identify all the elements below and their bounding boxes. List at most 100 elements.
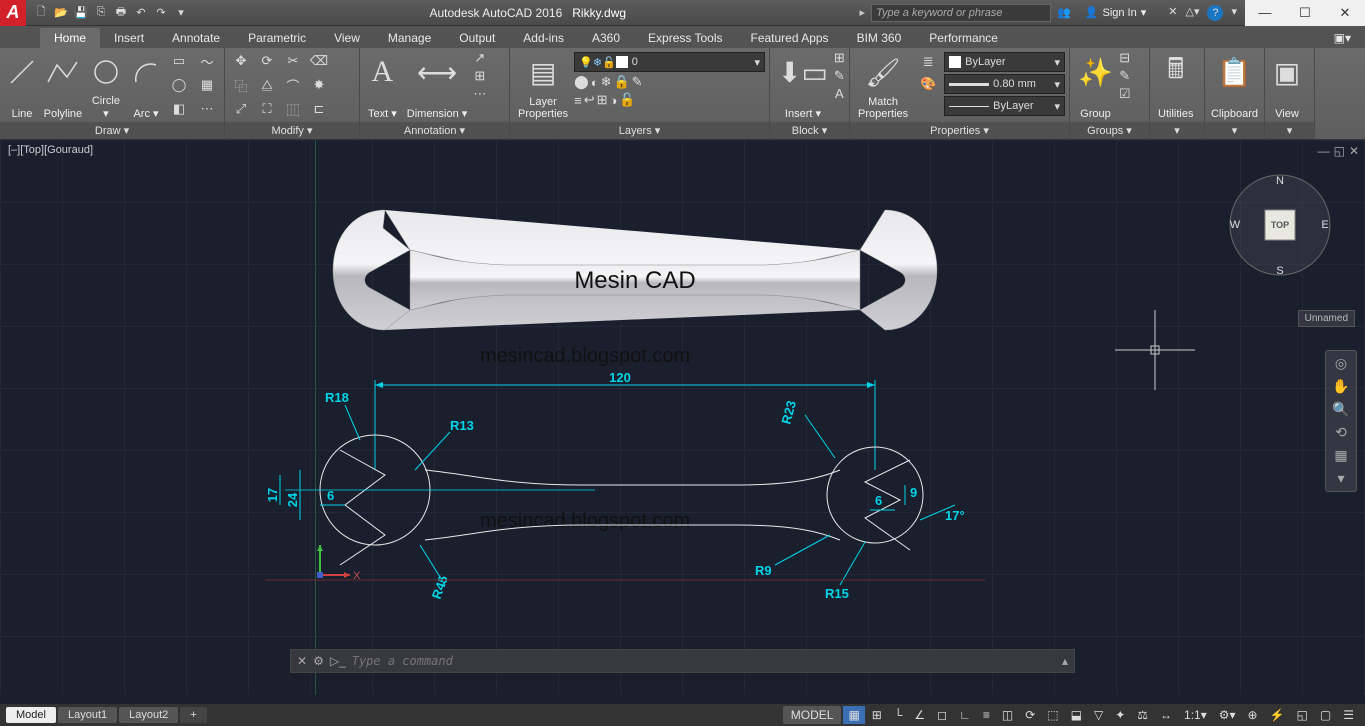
panel-title-properties[interactable]: Properties ▾	[850, 122, 1069, 139]
tab-model[interactable]: Model	[6, 707, 56, 723]
array-icon[interactable]: ⿲	[281, 98, 305, 120]
doc-restore-icon[interactable]: ◱	[1334, 144, 1345, 158]
rect-icon[interactable]: ▭	[166, 50, 192, 72]
plot-icon[interactable]: 🖶	[112, 4, 130, 22]
layer-unlock-icon[interactable]: 🔓	[619, 92, 635, 108]
text-button[interactable]: AText ▾	[364, 50, 401, 122]
stretch-icon[interactable]: ⤢	[229, 98, 253, 120]
layer-iso-icon[interactable]: ◐	[591, 74, 599, 90]
tab-annotate[interactable]: Annotate	[158, 28, 234, 48]
copy-icon[interactable]: ⿻	[229, 74, 253, 96]
new-icon[interactable]: 🗋	[32, 4, 50, 22]
otrack-toggle-icon[interactable]: ∟	[954, 706, 976, 724]
add-layout-button[interactable]: +	[180, 707, 206, 723]
panel-title-block[interactable]: Block ▾	[770, 122, 849, 139]
tab-manage[interactable]: Manage	[374, 28, 445, 48]
panel-title-clipboard[interactable]: ▾	[1205, 122, 1264, 139]
scale-icon[interactable]: ⛶	[255, 98, 279, 120]
insert-button[interactable]: ⬇▭Insert ▾	[774, 50, 832, 122]
edit-block-icon[interactable]: ✎	[834, 68, 845, 84]
tab-performance[interactable]: Performance	[915, 28, 1012, 48]
layer-properties-button[interactable]: ▤Layer Properties	[514, 50, 572, 122]
tab-featured[interactable]: Featured Apps	[737, 28, 843, 48]
a360-icon[interactable]: △▾	[1185, 5, 1199, 21]
palette-icon[interactable]: 🎨	[916, 74, 940, 94]
command-line[interactable]: ✕ ⚙ ▷_ ▴	[290, 649, 1075, 673]
app-logo-icon[interactable]: A	[0, 0, 26, 26]
tab-layout2[interactable]: Layout2	[119, 707, 178, 723]
workspace-switch-icon[interactable]: ⚙▾	[1214, 706, 1241, 724]
tab-insert[interactable]: Insert	[100, 28, 158, 48]
tab-view[interactable]: View	[320, 28, 374, 48]
arc-button[interactable]: Arc ▾	[128, 50, 164, 122]
match-props-button[interactable]: 🖌Match Properties	[854, 50, 912, 122]
ucs-name-label[interactable]: Unnamed	[1298, 310, 1355, 327]
3dosnap-toggle-icon[interactable]: ⬚	[1042, 706, 1063, 724]
anno-scale-button[interactable]: 1:1▾	[1179, 706, 1212, 724]
lineweight-toggle-icon[interactable]: ≡	[978, 706, 995, 724]
hatch-icon[interactable]: ▦	[194, 74, 220, 96]
mirror-icon[interactable]: ⧋	[255, 74, 279, 96]
pan-icon[interactable]: ✋	[1332, 378, 1349, 395]
panel-title-draw[interactable]: Draw ▾	[0, 122, 224, 139]
layer-freeze-icon[interactable]: ❄	[601, 74, 612, 90]
color-combo[interactable]: ByLayer▾	[944, 52, 1065, 72]
open-icon[interactable]: 📂	[52, 4, 70, 22]
maximize-button[interactable]: ☐	[1285, 0, 1325, 26]
doc-close-icon[interactable]: ✕	[1349, 144, 1359, 158]
more-draw-icon[interactable]: ⋯	[194, 98, 220, 120]
anno-monitor-icon[interactable]: ⊕	[1243, 706, 1263, 724]
tab-addins[interactable]: Add-ins	[509, 28, 578, 48]
panel-title-utilities[interactable]: ▾	[1150, 122, 1204, 139]
rotate-icon[interactable]: ⟳	[255, 50, 279, 72]
region-icon[interactable]: ◧	[166, 98, 192, 120]
save-icon[interactable]: 💾	[72, 4, 90, 22]
signin-button[interactable]: 👤 Sign In ▾	[1077, 6, 1154, 19]
group-button[interactable]: ✨Group	[1074, 50, 1117, 122]
layer-match-icon[interactable]: ≡	[574, 92, 582, 108]
panel-title-layers[interactable]: Layers ▾	[510, 122, 769, 139]
layer-off-icon[interactable]: ⬤	[574, 74, 589, 90]
saveas-icon[interactable]: ⎘	[92, 4, 110, 22]
dimension-button[interactable]: ⟷Dimension ▾	[403, 50, 472, 122]
move-icon[interactable]: ✥	[229, 50, 253, 72]
tab-focus[interactable]: ▣▾	[1320, 28, 1365, 48]
redo-icon[interactable]: ↷	[152, 4, 170, 22]
panel-title-modify[interactable]: Modify ▾	[225, 122, 359, 139]
tab-home[interactable]: Home	[40, 28, 100, 48]
layer-uniso-icon[interactable]: ◑	[610, 92, 618, 108]
showmotion-icon[interactable]: ▦	[1334, 447, 1347, 464]
ungroup-icon[interactable]: ⊟	[1119, 50, 1131, 66]
osnap-toggle-icon[interactable]: ◻	[932, 706, 952, 724]
tab-layout1[interactable]: Layout1	[58, 707, 117, 723]
search-input[interactable]: Type a keyword or phrase	[871, 4, 1051, 22]
layer-make-icon[interactable]: ✎	[632, 74, 643, 90]
clipboard-button[interactable]: 📋Clipboard	[1209, 50, 1260, 122]
lineweight-combo[interactable]: 0.80 mm▾	[944, 74, 1065, 94]
close-button[interactable]: ✕	[1325, 0, 1365, 26]
panel-title-annotation[interactable]: Annotation ▾	[360, 122, 509, 139]
offset-icon[interactable]: ⊏	[307, 98, 331, 120]
tab-bim360[interactable]: BIM 360	[843, 28, 916, 48]
cmd-close-icon[interactable]: ✕	[297, 654, 307, 668]
help-icon[interactable]: ?	[1207, 5, 1223, 21]
ellipse-icon[interactable]: ◯	[166, 74, 192, 96]
erase-icon[interactable]: ⌫	[307, 50, 331, 72]
doc-minimize-icon[interactable]: —	[1318, 144, 1330, 158]
qat-more-icon[interactable]: ▾	[172, 4, 190, 22]
help-arrow-icon[interactable]: ▾	[1231, 5, 1237, 21]
command-input[interactable]	[352, 654, 1056, 668]
undo-icon[interactable]: ↶	[132, 4, 150, 22]
search-arrow-icon[interactable]: ▸	[860, 6, 866, 19]
cmd-history-icon[interactable]: ▴	[1062, 654, 1068, 668]
zoom-icon[interactable]: 🔍	[1332, 401, 1349, 418]
layer-lock-icon[interactable]: 🔒	[613, 74, 629, 90]
tab-express[interactable]: Express Tools	[634, 28, 736, 48]
model-space-button[interactable]: MODEL	[783, 706, 842, 724]
layer-states-icon[interactable]: ⊞	[597, 92, 608, 108]
cmd-customize-icon[interactable]: ⚙	[313, 654, 324, 668]
utilities-button[interactable]: 🖩Utilities	[1154, 50, 1197, 122]
orbit-icon[interactable]: ⟲	[1335, 424, 1347, 441]
autoscale-icon[interactable]: ↔	[1155, 706, 1177, 724]
list-icon[interactable]: ≣	[916, 52, 940, 72]
